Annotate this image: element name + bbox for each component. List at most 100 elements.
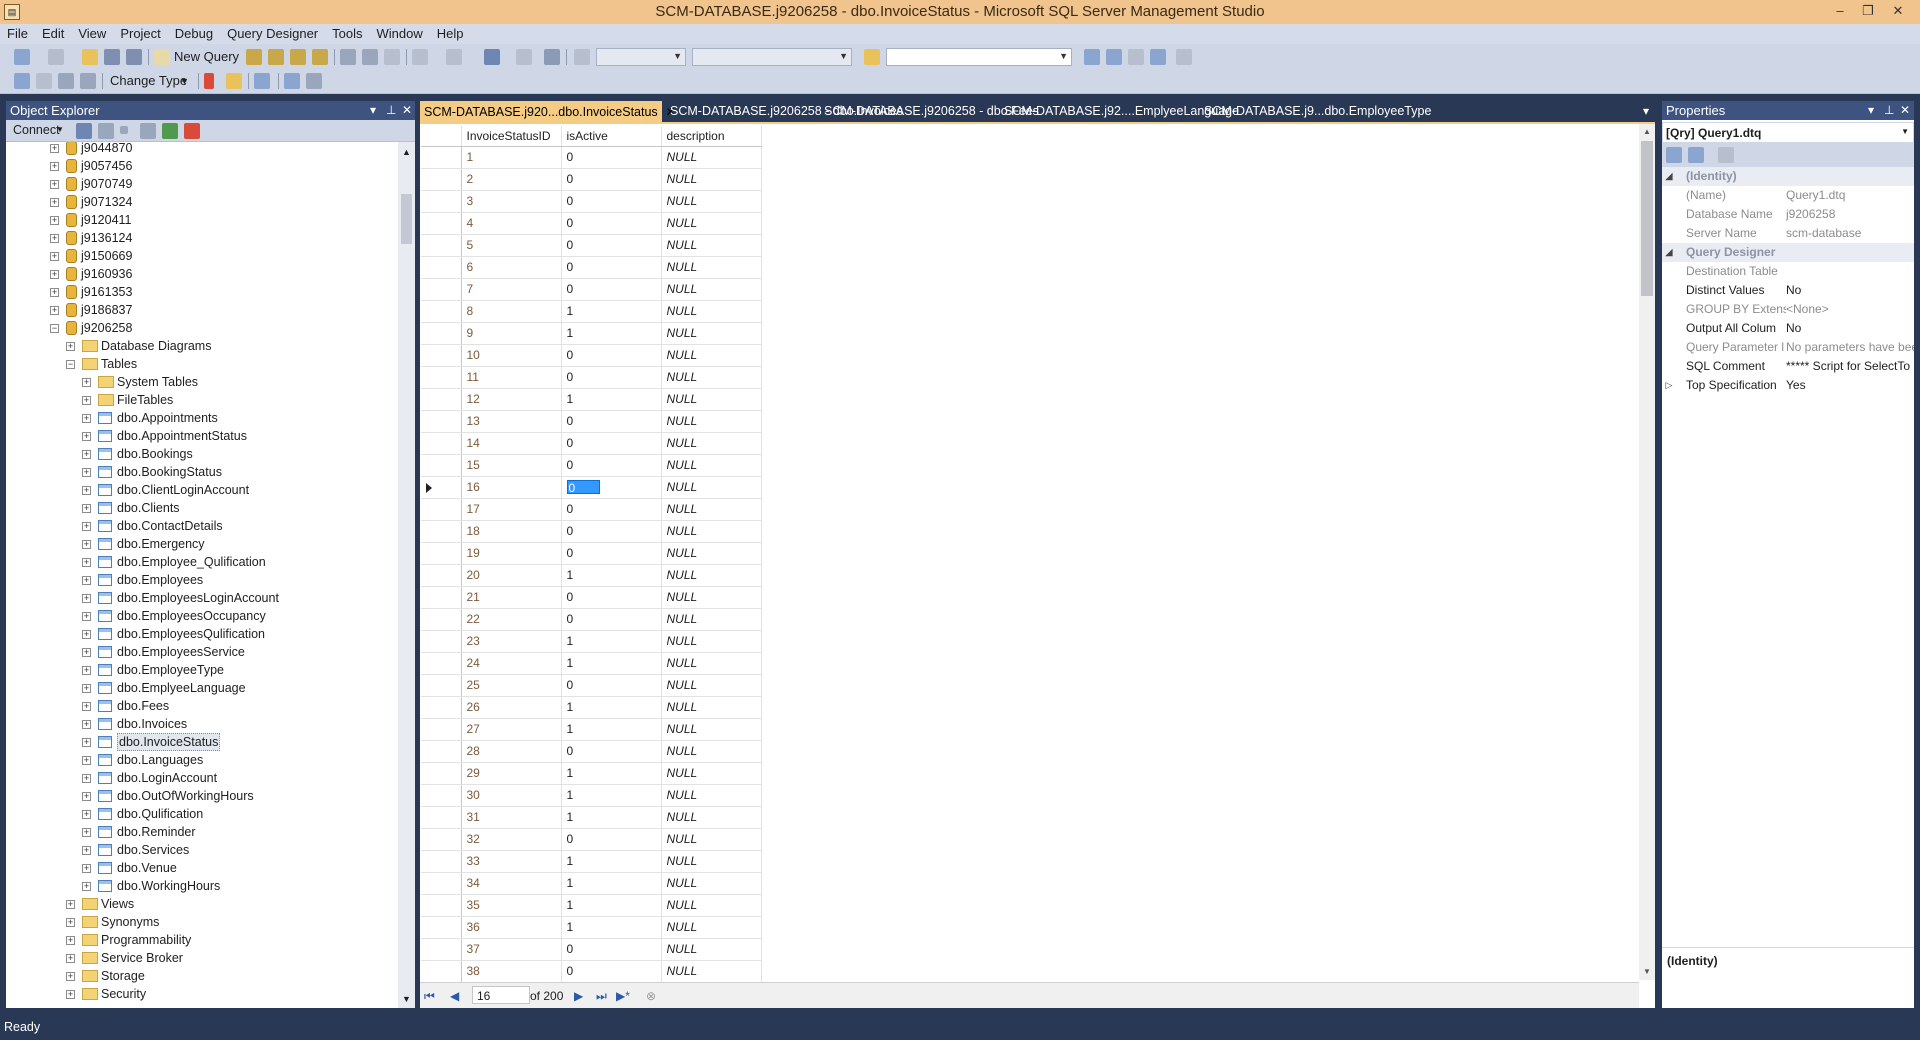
- row-header[interactable]: [421, 850, 462, 873]
- cell-description[interactable]: NULL: [661, 322, 762, 345]
- refresh-icon[interactable]: [162, 123, 178, 139]
- cell-is-active[interactable]: 0: [561, 344, 662, 367]
- tab-1[interactable]: SCM-DATABASE.j920...dbo.InvoiceStatus ✕: [420, 101, 676, 122]
- expand-icon[interactable]: +: [66, 972, 75, 981]
- expand-icon[interactable]: +: [82, 846, 91, 855]
- tree-node[interactable]: + dbo.Languages: [6, 751, 396, 769]
- tree-node[interactable]: + dbo.Bookings: [6, 445, 396, 463]
- tree-node[interactable]: + j9150669: [6, 247, 396, 265]
- cell-is-active[interactable]: 1: [561, 806, 662, 829]
- activity-monitor-icon[interactable]: [184, 123, 200, 139]
- cell-invoice-status-id[interactable]: 14: [461, 432, 562, 455]
- tree-node[interactable]: + dbo.Employees: [6, 571, 396, 589]
- row-header[interactable]: [421, 212, 462, 235]
- cell-description[interactable]: NULL: [661, 146, 762, 169]
- tree-node[interactable]: + FileTables: [6, 391, 396, 409]
- property-row[interactable]: ◢ Query Designer: [1662, 243, 1914, 262]
- table-row[interactable]: 27 1 NULL: [421, 718, 762, 741]
- stop-icon[interactable]: [120, 126, 128, 134]
- copy-icon[interactable]: [362, 49, 378, 65]
- cell-is-active[interactable]: 1: [561, 696, 662, 719]
- cell-is-active[interactable]: 1: [561, 564, 662, 587]
- cell-is-active[interactable]: 0: [561, 586, 662, 609]
- property-pages-icon[interactable]: [1718, 147, 1734, 163]
- add-item-icon[interactable]: [48, 49, 64, 65]
- cell-invoice-status-id[interactable]: 7: [461, 278, 562, 301]
- cell-description[interactable]: NULL: [661, 410, 762, 433]
- restore-icon[interactable]: ❐: [1854, 2, 1882, 20]
- close-pane-icon[interactable]: ✕: [1900, 103, 1910, 117]
- start-debug-icon[interactable]: [574, 49, 590, 65]
- cell-is-active[interactable]: 1: [561, 784, 662, 807]
- tree-node[interactable]: + dbo.EmployeesQulification: [6, 625, 396, 643]
- table-row[interactable]: 34 1 NULL: [421, 872, 762, 895]
- xmla-query-icon[interactable]: [312, 49, 328, 65]
- expand-icon[interactable]: +: [82, 792, 91, 801]
- cell-is-active[interactable]: 1: [561, 388, 662, 411]
- tree-node[interactable]: + dbo.Invoices: [6, 715, 396, 733]
- cell-invoice-status-id[interactable]: 9: [461, 322, 562, 345]
- property-value[interactable]: ***** Script for SelectTo: [1786, 357, 1914, 376]
- expand-icon[interactable]: +: [82, 828, 91, 837]
- expand-icon[interactable]: +: [50, 288, 59, 297]
- cell-invoice-status-id[interactable]: 16: [461, 476, 562, 499]
- cell-invoice-status-id[interactable]: 32: [461, 828, 562, 851]
- cell-description[interactable]: NULL: [661, 806, 762, 829]
- categorized-icon[interactable]: [1666, 147, 1682, 163]
- cell-description[interactable]: NULL: [661, 366, 762, 389]
- new-query-icon[interactable]: [154, 49, 170, 65]
- cell-invoice-status-id[interactable]: 11: [461, 366, 562, 389]
- connect-button[interactable]: Connect: [13, 123, 60, 137]
- cell-is-active[interactable]: 0: [561, 190, 662, 213]
- row-header[interactable]: [421, 630, 462, 653]
- table-row[interactable]: 13 0 NULL: [421, 410, 762, 433]
- change-type-dropdown-icon[interactable]: ▼: [180, 76, 189, 86]
- tree-node[interactable]: + System Tables: [6, 373, 396, 391]
- properties-window-icon[interactable]: [1128, 49, 1144, 65]
- cell-description[interactable]: NULL: [661, 652, 762, 675]
- property-row[interactable]: SQL Comment ***** Script for SelectTo: [1662, 357, 1914, 376]
- cell-description[interactable]: NULL: [661, 454, 762, 477]
- cell-invoice-status-id[interactable]: 8: [461, 300, 562, 323]
- query-options-icon[interactable]: [544, 49, 560, 65]
- current-record-input[interactable]: 16: [472, 986, 530, 1004]
- cell-invoice-status-id[interactable]: 13: [461, 410, 562, 433]
- database-engine-query-icon[interactable]: [246, 49, 262, 65]
- collapse-icon[interactable]: ◢: [1662, 167, 1676, 186]
- table-row[interactable]: 10 0 NULL: [421, 344, 762, 367]
- cell-is-active[interactable]: 0: [561, 938, 662, 961]
- cell-description[interactable]: NULL: [661, 938, 762, 961]
- last-record-icon[interactable]: ⏭: [596, 989, 607, 1004]
- tree-node[interactable]: + dbo.Venue: [6, 859, 396, 877]
- row-header[interactable]: [421, 190, 462, 213]
- cell-invoice-status-id[interactable]: 6: [461, 256, 562, 279]
- table-row[interactable]: 30 1 NULL: [421, 784, 762, 807]
- table-row[interactable]: 21 0 NULL: [421, 586, 762, 609]
- table-row[interactable]: 12 1 NULL: [421, 388, 762, 411]
- cell-invoice-status-id[interactable]: 5: [461, 234, 562, 257]
- cell-is-active[interactable]: 1: [561, 872, 662, 895]
- table-row[interactable]: 2 0 NULL: [421, 168, 762, 191]
- table-row[interactable]: 19 0 NULL: [421, 542, 762, 565]
- alphabetical-icon[interactable]: [1688, 147, 1704, 163]
- expand-icon[interactable]: +: [82, 486, 91, 495]
- stop-icon[interactable]: ⊗: [646, 989, 656, 1003]
- table-row[interactable]: 18 0 NULL: [421, 520, 762, 543]
- property-value[interactable]: No: [1786, 281, 1914, 300]
- tree-node[interactable]: + j9070749: [6, 175, 396, 193]
- tree-node[interactable]: + j9160936: [6, 265, 396, 283]
- cell-is-active[interactable]: 0: [561, 410, 662, 433]
- cell-is-active[interactable]: 1: [561, 894, 662, 917]
- cell-is-active[interactable]: 1: [561, 322, 662, 345]
- cell-description[interactable]: NULL: [661, 696, 762, 719]
- tree-node[interactable]: + dbo.Appointments: [6, 409, 396, 427]
- scroll-up-icon[interactable]: ▲: [402, 147, 411, 157]
- tree-node[interactable]: + j9057456: [6, 157, 396, 175]
- filter-icon[interactable]: [140, 123, 156, 139]
- expand-icon[interactable]: +: [82, 594, 91, 603]
- cell-description[interactable]: NULL: [661, 828, 762, 851]
- property-row[interactable]: Server Name scm-database: [1662, 224, 1914, 243]
- property-row[interactable]: GROUP BY Extensi <None>: [1662, 300, 1914, 319]
- expand-icon[interactable]: +: [82, 396, 91, 405]
- scroll-up-icon[interactable]: ▲: [1639, 124, 1655, 140]
